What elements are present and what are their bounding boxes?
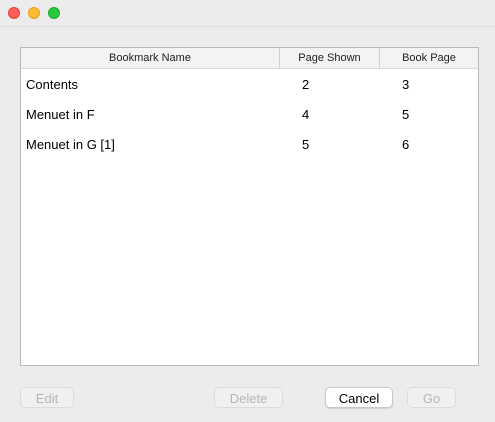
minimize-window-button[interactable] bbox=[28, 7, 40, 19]
column-header-bookmark-name[interactable]: Bookmark Name bbox=[21, 48, 279, 68]
title-bar bbox=[0, 0, 495, 27]
bookmark-name-cell: Menuet in F bbox=[26, 107, 95, 122]
page-shown-cell: 5 bbox=[302, 137, 310, 152]
table-header: Bookmark Name Page Shown Book Page bbox=[21, 48, 478, 69]
table-body: Contents 2 3 Menuet in F 4 5 Menuet in G… bbox=[21, 70, 478, 160]
page-shown-cell: 2 bbox=[302, 77, 310, 92]
go-button[interactable]: Go bbox=[407, 387, 456, 408]
column-header-book-page[interactable]: Book Page bbox=[379, 48, 478, 68]
cancel-button[interactable]: Cancel bbox=[325, 387, 393, 408]
bookmark-name-cell: Contents bbox=[26, 77, 79, 92]
bookmarks-dialog: Bookmark Name Page Shown Book Page Conte… bbox=[0, 0, 495, 422]
close-window-button[interactable] bbox=[8, 7, 20, 19]
bookmarks-table: Bookmark Name Page Shown Book Page Conte… bbox=[20, 47, 479, 366]
bookmark-name-cell: Menuet in G [1] bbox=[26, 137, 115, 152]
book-page-cell: 5 bbox=[402, 107, 410, 122]
delete-button[interactable]: Delete bbox=[214, 387, 283, 408]
edit-button[interactable]: Edit bbox=[20, 387, 74, 408]
zoom-window-button[interactable] bbox=[48, 7, 60, 19]
table-row[interactable]: Menuet in G [1] 5 6 bbox=[21, 130, 478, 160]
book-page-cell: 3 bbox=[402, 77, 410, 92]
book-page-cell: 6 bbox=[402, 137, 410, 152]
column-header-page-shown[interactable]: Page Shown bbox=[279, 48, 379, 68]
table-row[interactable]: Menuet in F 4 5 bbox=[21, 100, 478, 130]
page-shown-cell: 4 bbox=[302, 107, 310, 122]
table-row[interactable]: Contents 2 3 bbox=[21, 70, 478, 100]
